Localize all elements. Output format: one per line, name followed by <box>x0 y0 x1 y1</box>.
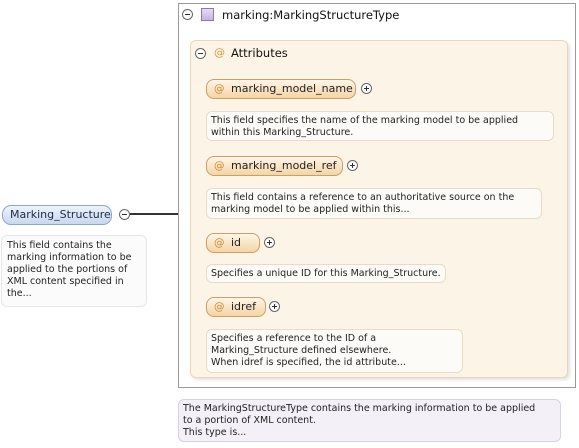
type-name: marking:MarkingStructureType <box>222 8 400 22</box>
attribute-name: marking_model_name <box>231 82 353 95</box>
attribute-at-icon: @ <box>214 237 225 249</box>
attribute-idref[interactable]: @ idref <box>206 297 266 317</box>
type-collapse-icon[interactable] <box>182 9 193 20</box>
attribute-expand-icon[interactable] <box>269 301 280 312</box>
attributes-group-label: Attributes <box>231 46 288 60</box>
attribute-description: This field contains a reference to an au… <box>206 188 542 219</box>
attribute-at-icon: @ <box>214 83 225 95</box>
attribute-expand-icon[interactable] <box>347 160 358 171</box>
attribute-at-icon: @ <box>214 301 225 313</box>
attribute-description: Specifies a unique ID for this Marking_S… <box>206 264 446 283</box>
attribute-name: marking_model_ref <box>231 159 337 172</box>
attribute-name: id <box>231 236 242 249</box>
attribute-at-icon: @ <box>214 160 225 172</box>
root-element-label: Marking_Structure <box>10 208 111 221</box>
root-connector-line <box>130 213 178 215</box>
attribute-marking-model-name[interactable]: @ marking_model_name <box>206 79 356 99</box>
attribute-expand-icon[interactable] <box>264 237 275 248</box>
root-collapse-icon[interactable] <box>119 209 130 220</box>
attribute-id[interactable]: @ id <box>206 233 260 253</box>
attribute-marking-model-ref[interactable]: @ marking_model_ref <box>206 156 343 176</box>
type-description: The MarkingStructureType contains the ma… <box>178 399 561 442</box>
attributes-collapse-icon[interactable] <box>195 48 206 59</box>
attributes-at-icon: @ <box>214 46 225 59</box>
root-element-description: This field contains the marking informat… <box>1 235 147 307</box>
attribute-expand-icon[interactable] <box>361 83 372 94</box>
complex-type-icon <box>201 8 214 21</box>
attribute-name: idref <box>231 300 256 313</box>
root-element-marking-structure[interactable]: Marking_Structure <box>2 205 112 225</box>
attribute-description: Specifies a reference to the ID of a Mar… <box>206 329 463 373</box>
attribute-description: This field specifies the name of the mar… <box>206 111 554 141</box>
